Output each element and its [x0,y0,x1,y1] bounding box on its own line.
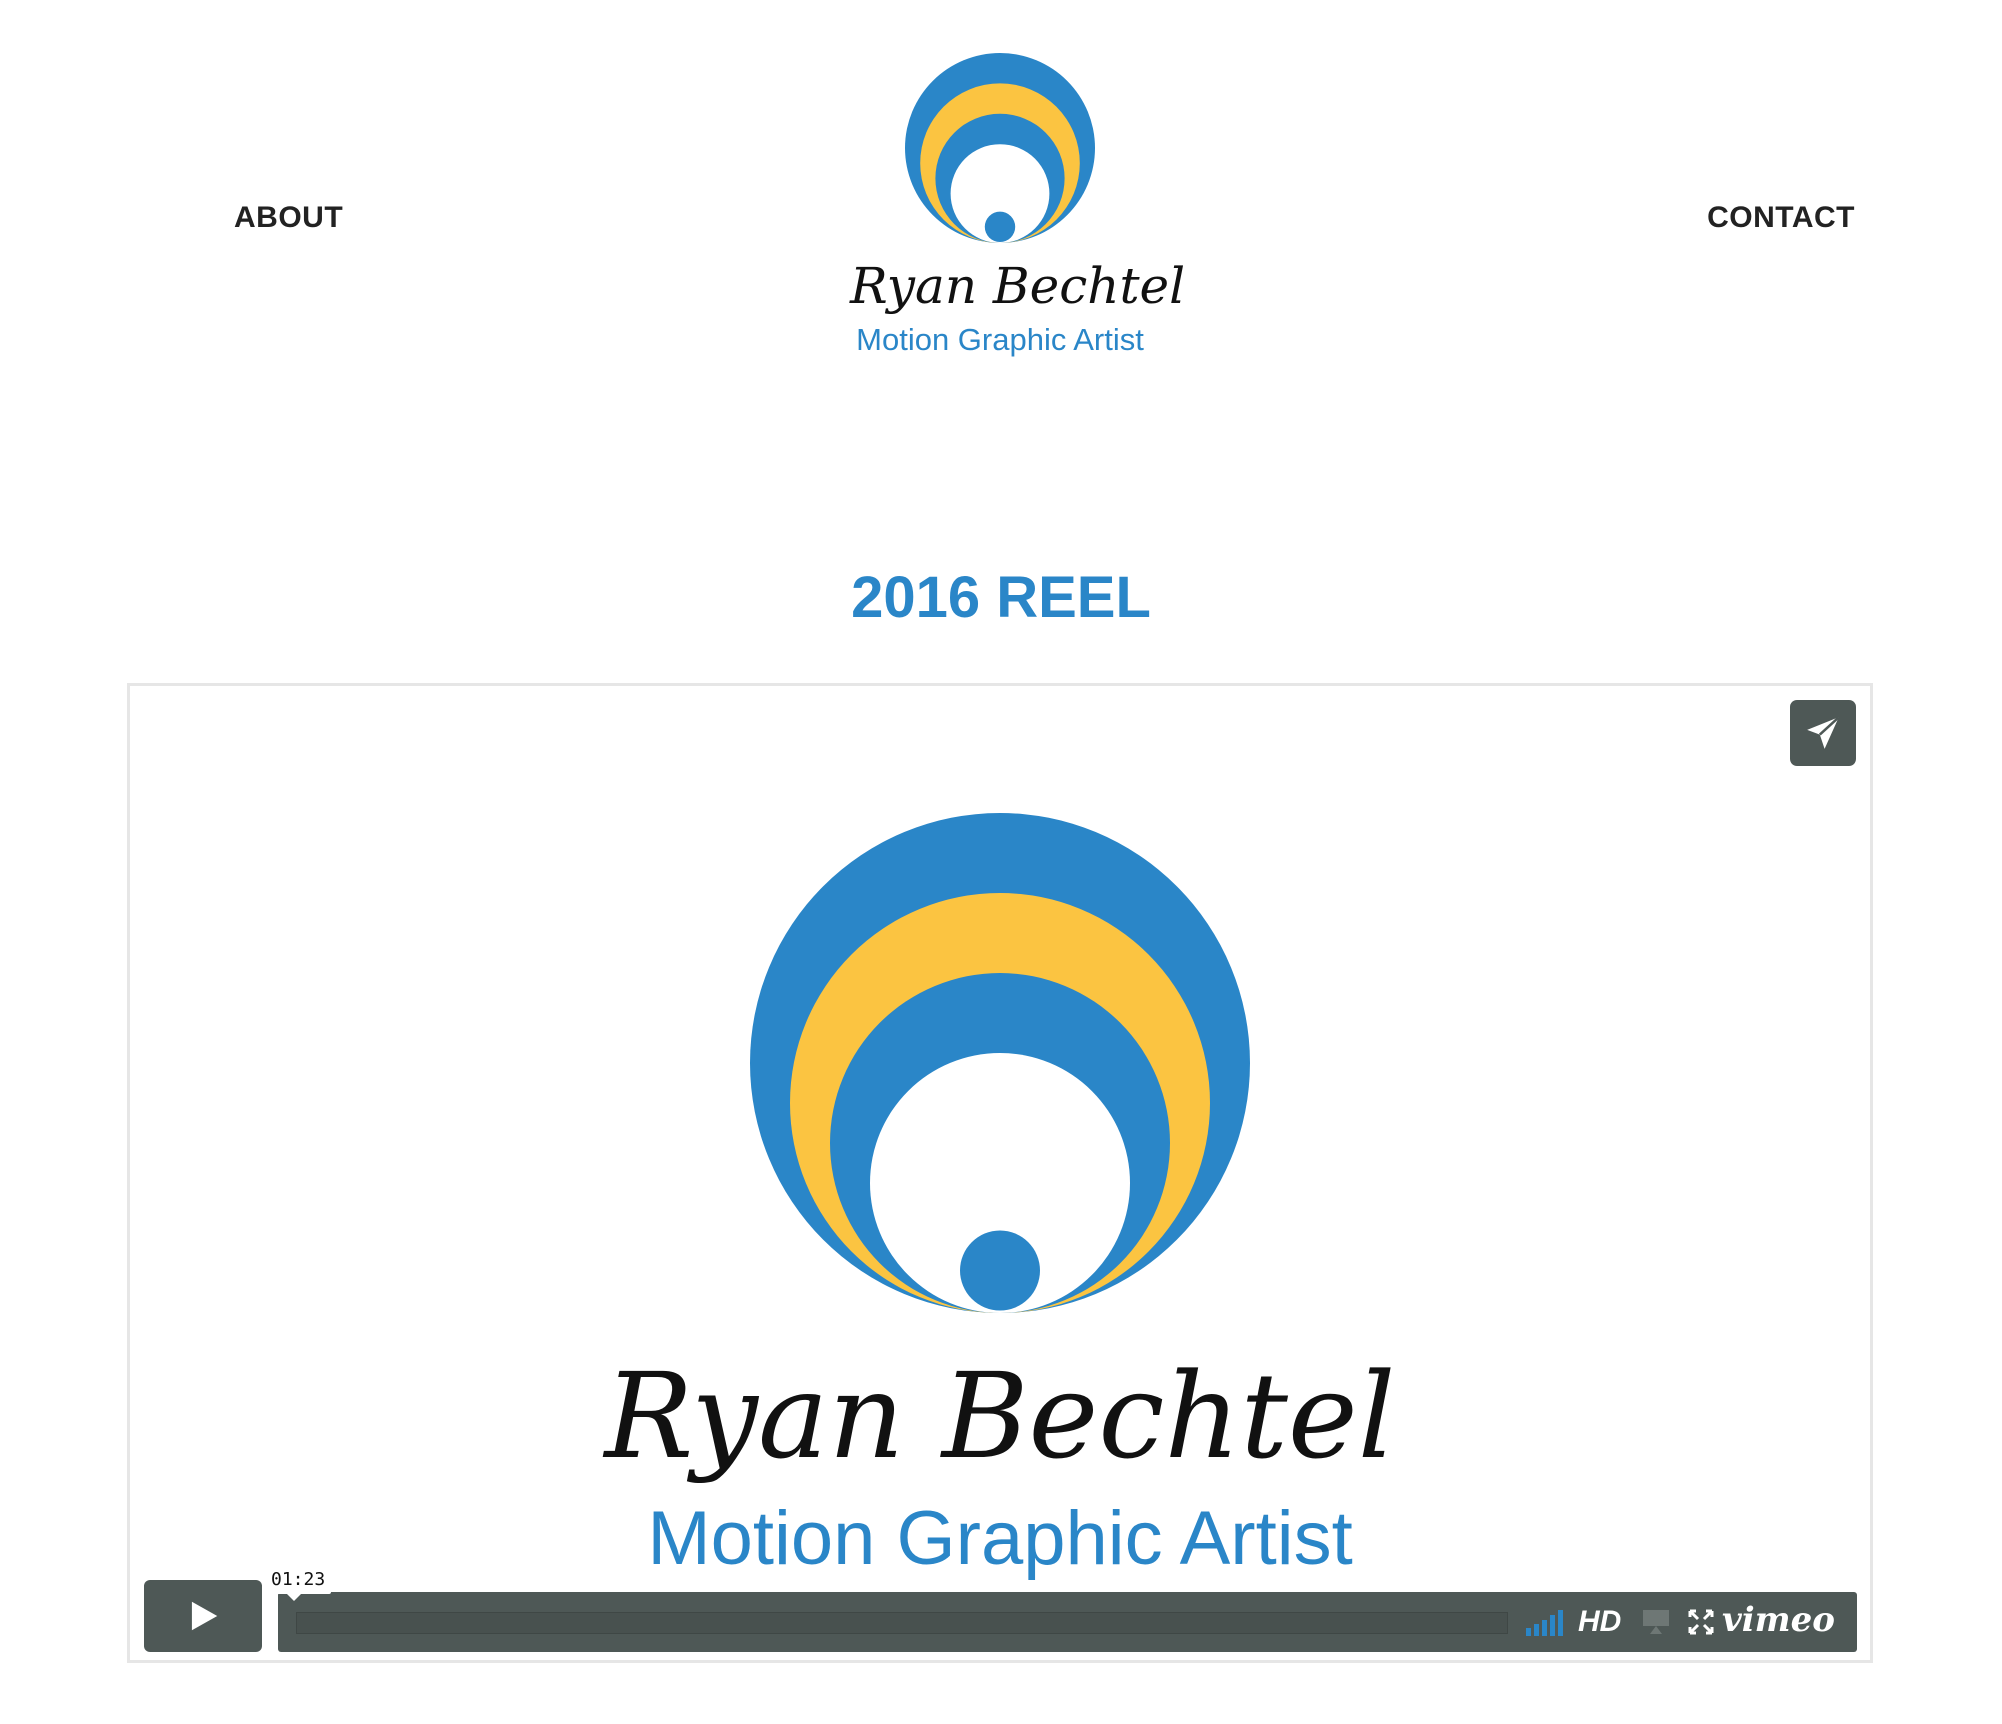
logo-name: Ryan Bechtel [850,257,1186,315]
fullscreen-icon[interactable] [1688,1609,1714,1635]
play-icon [191,1601,218,1631]
hd-button[interactable]: HD [1578,1602,1621,1642]
vimeo-logo[interactable]: vimeo [1722,1598,1835,1642]
site-logo[interactable]: Ryan Bechtel Motion Graphic Artist [850,48,1186,368]
share-button[interactable] [1790,700,1856,766]
play-button[interactable] [144,1580,262,1652]
airplay-icon[interactable] [1642,1609,1670,1635]
page-title: 2016 REEL [851,565,1151,630]
paper-plane-icon [1807,716,1840,749]
nav-about-link[interactable]: ABOUT [234,198,343,238]
video-logo-mark-icon [750,813,1250,1313]
video-player[interactable]: Ryan Bechtel Motion Graphic Artist HD vi… [127,683,1873,1663]
volume-bars-icon[interactable] [1526,1606,1568,1636]
logo-mark-icon [905,53,1095,243]
video-poster-tagline: Motion Graphic Artist [647,1496,1353,1581]
nav-contact-link[interactable]: CONTACT [1707,198,1855,238]
logo-tagline: Motion Graphic Artist [856,322,1144,357]
time-tooltip: 01:23 [265,1566,332,1601]
progress-bar[interactable] [296,1612,1508,1634]
control-bar: HD vimeo [278,1592,1857,1652]
video-poster-name: Ryan Bechtel [604,1347,1396,1485]
